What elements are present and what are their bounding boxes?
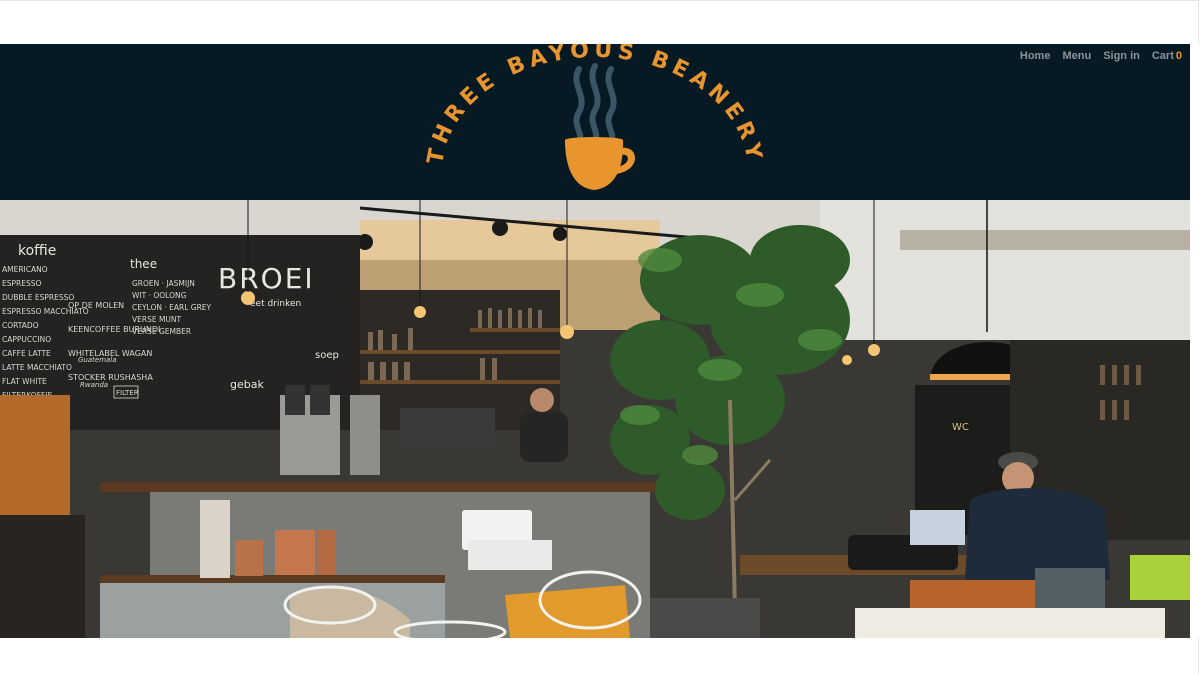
chalk-coffee-item-7: LATTE MACCHIATO	[2, 363, 72, 372]
logo-graphic: THREE BAYOUS BEANERY	[423, 38, 762, 190]
cafe-interior-photo: koffie thee BROEI eet drinken soep gebak…	[0, 200, 1190, 638]
nav-signin-link[interactable]: Sign in	[1103, 50, 1140, 62]
chalk-tea-item-0: GROEN · JASMIJN	[132, 279, 195, 288]
chalk-coffee-item-8: FLAT WHITE	[2, 377, 47, 386]
chalk-filter: FILTER	[116, 389, 139, 397]
chalk-tea-item-3: VERSE MUNT	[132, 315, 182, 324]
cart-count-badge: 0	[1175, 50, 1182, 62]
chalk-roaster-item-0: OP DE MOLEN	[68, 301, 124, 310]
brand-logo[interactable]: THREE BAYOUS BEANERY	[420, 38, 770, 200]
chalk-koffie: koffie	[18, 243, 56, 259]
site-header: Home Menu Sign in Cart 0 THREE BAYOUS BEA…	[0, 38, 1190, 200]
chalk-subtitle: eet drinken	[250, 299, 301, 309]
chalk-tea-item-1: WIT · OOLONG	[132, 291, 187, 300]
right-scrollbar-gutter	[1190, 44, 1200, 638]
nav-menu-link[interactable]: Menu	[1062, 50, 1091, 62]
chalk-coffee-item-6: CAFFE LATTE	[2, 349, 51, 358]
chalk-thee: thee	[130, 257, 157, 271]
nav-home-link[interactable]: Home	[1020, 50, 1051, 62]
chalk-coffee-item-4: CORTADO	[2, 321, 39, 330]
chalk-gebak: gebak	[230, 378, 264, 391]
chalk-coffee-item-1: ESPRESSO	[2, 279, 41, 288]
chalk-coffee-item-5: CAPPUCCINO	[2, 335, 51, 344]
chalk-broei: BROEI	[218, 262, 315, 295]
hero-image: koffie thee BROEI eet drinken soep gebak…	[0, 200, 1190, 638]
chalk-soep: soep	[315, 350, 339, 361]
top-nav: Home Menu Sign in Cart 0	[1020, 50, 1182, 62]
chalk-tea-item-2: CEYLON · EARL GREY	[132, 303, 212, 312]
chalk-coffee-item-2: DUBBLE ESPRESSO	[2, 293, 74, 302]
cart-label: Cart	[1151, 50, 1174, 62]
chalk-coffee-item-0: AMERICANO	[2, 265, 48, 274]
chalk-wc-sign: WC	[952, 422, 969, 433]
nav-cart-link[interactable]: Cart 0	[1152, 50, 1182, 62]
chalk-roaster-item-1: KEENCOFFEE BURUNDI	[68, 325, 160, 334]
chalk-guatemala: Guatemala	[78, 356, 117, 364]
steam-icon	[573, 63, 617, 142]
coffee-cup-icon	[565, 137, 636, 190]
chalk-rwanda: Rwanda	[80, 381, 108, 389]
